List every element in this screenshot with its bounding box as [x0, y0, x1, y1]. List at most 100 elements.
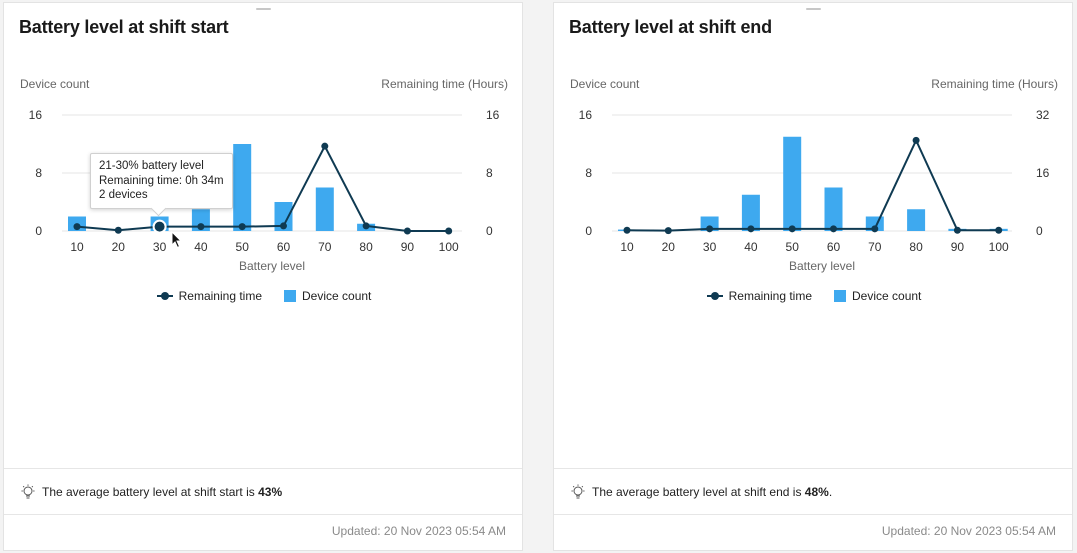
insight-text: The average battery level at shift start…	[42, 484, 283, 499]
x-tick-label: 50	[786, 240, 800, 254]
remaining-time-point	[114, 226, 122, 234]
shift-start-card: Battery level at shift start Device coun…	[3, 2, 523, 551]
right-axis-title: Remaining time (Hours)	[381, 77, 508, 91]
remaining-time-point	[830, 225, 837, 233]
remaining-time-point	[362, 222, 370, 230]
remaining-time-point	[871, 225, 879, 233]
lightbulb-icon	[21, 484, 35, 498]
right-tick-label: 8	[486, 166, 493, 180]
x-tick-label: 90	[951, 240, 965, 254]
remaining-time-point	[995, 226, 1003, 234]
x-axis-title: Battery level	[239, 259, 305, 273]
x-tick-label: 40	[194, 240, 208, 254]
x-tick-label: 20	[662, 240, 676, 254]
insight-bar: The average battery level at shift end i…	[554, 468, 1072, 515]
remaining-time-point	[445, 227, 453, 235]
right-tick-label: 0	[1036, 224, 1043, 238]
x-tick-label: 30	[153, 240, 167, 254]
x-tick-label: 80	[359, 240, 373, 254]
x-tick-label: 30	[703, 240, 717, 254]
insight-value: 48%	[804, 484, 829, 499]
remaining-time-point	[953, 226, 961, 234]
x-tick-label: 60	[827, 240, 841, 254]
x-axis-title: Battery level	[789, 259, 855, 273]
left-tick-label: 16	[29, 108, 43, 122]
tooltip-remaining: Remaining time: 0h 34m	[99, 174, 224, 187]
remaining-time-point	[747, 225, 755, 233]
bar-square-icon	[834, 290, 846, 302]
x-tick-label: 80	[909, 240, 923, 254]
legend-device-count[interactable]: Device count	[284, 289, 371, 303]
legend-label: Device count	[852, 289, 922, 303]
right-axis-title: Remaining time (Hours)	[931, 77, 1058, 91]
drag-handle[interactable]	[256, 8, 271, 10]
shift-start-chart: Device count Remaining time (Hours) 0 0 8 8 16…	[20, 77, 508, 273]
card-title: Battery level at shift end	[569, 17, 772, 37]
updated-timestamp: Updated: 20 Nov 2023 05:54 AM	[881, 524, 1056, 538]
right-tick-label: 16	[1036, 166, 1050, 180]
x-tick-label: 10	[70, 240, 84, 254]
remaining-time-point	[706, 225, 714, 233]
insight-text: The average battery level at shift end i…	[592, 484, 833, 499]
left-tick-label: 16	[579, 108, 593, 122]
lightbulb-icon	[571, 484, 585, 498]
tooltip-range: 21-30% battery level	[99, 160, 204, 172]
legend-label: Remaining time	[178, 289, 262, 303]
bar-device-count	[907, 209, 926, 231]
line-marker-icon	[706, 292, 723, 300]
highlighted-point	[152, 219, 167, 234]
x-tick-label: 50	[236, 240, 250, 254]
bar-device-count	[783, 136, 802, 231]
legend-label: Remaining time	[728, 289, 812, 303]
x-tick-label: 70	[868, 240, 882, 254]
remaining-time-point	[197, 223, 205, 231]
legend-remaining-time[interactable]: Remaining time	[706, 289, 812, 303]
remaining-time-point	[238, 223, 246, 231]
x-tick-label: 40	[744, 240, 758, 254]
insight-bar: The average battery level at shift start…	[4, 468, 522, 515]
x-tick-label: 100	[989, 240, 1009, 254]
shift-end-card: Battery level at shift end Device count R…	[553, 2, 1073, 551]
legend-device-count[interactable]: Device count	[834, 289, 921, 303]
mouse-pointer-icon	[171, 231, 183, 249]
left-tick-label: 8	[35, 166, 42, 180]
remaining-time-point	[403, 227, 411, 235]
shift-end-chart: Device count Remaining time (Hours) 0 0 8 16 1…	[570, 77, 1058, 273]
line-marker-icon	[156, 292, 173, 300]
bar-device-count	[315, 187, 334, 231]
x-tick-label: 10	[620, 240, 634, 254]
insight-value: 43%	[258, 484, 283, 499]
remaining-time-point	[280, 222, 287, 230]
right-tick-label: 32	[1036, 108, 1050, 122]
bar-device-count	[233, 144, 252, 231]
remaining-time-point	[623, 226, 631, 234]
chart-legend: Remaining time Device count	[554, 289, 1074, 303]
left-tick-label: 0	[585, 224, 592, 238]
updated-timestamp: Updated: 20 Nov 2023 05:54 AM	[331, 524, 506, 538]
bar-square-icon	[284, 290, 296, 302]
remaining-time-point	[664, 227, 672, 235]
legend-remaining-time[interactable]: Remaining time	[156, 289, 262, 303]
right-tick-label: 16	[486, 108, 500, 122]
left-tick-label: 0	[35, 224, 42, 238]
x-tick-label: 20	[112, 240, 126, 254]
remaining-time-point	[321, 142, 329, 150]
x-tick-label: 60	[277, 240, 291, 254]
x-tick-label: 90	[401, 240, 415, 254]
left-axis-title: Device count	[570, 77, 640, 91]
chart-tooltip: 21-30% battery level Remaining time: 0h …	[90, 153, 233, 209]
remaining-time-point	[912, 136, 920, 144]
drag-handle[interactable]	[806, 8, 821, 10]
remaining-time-point	[73, 223, 81, 231]
remaining-time-line	[626, 137, 999, 232]
right-tick-label: 0	[486, 224, 493, 238]
x-tick-label: 70	[318, 240, 332, 254]
bar-device-count	[824, 187, 843, 231]
chart-legend: Remaining time Device count	[4, 289, 524, 303]
legend-label: Device count	[302, 289, 372, 303]
card-title: Battery level at shift start	[19, 17, 229, 37]
remaining-time-point	[788, 225, 796, 233]
x-tick-label: 100	[439, 240, 459, 254]
left-tick-label: 8	[585, 166, 592, 180]
tooltip-devices: 2 devices	[99, 189, 148, 201]
